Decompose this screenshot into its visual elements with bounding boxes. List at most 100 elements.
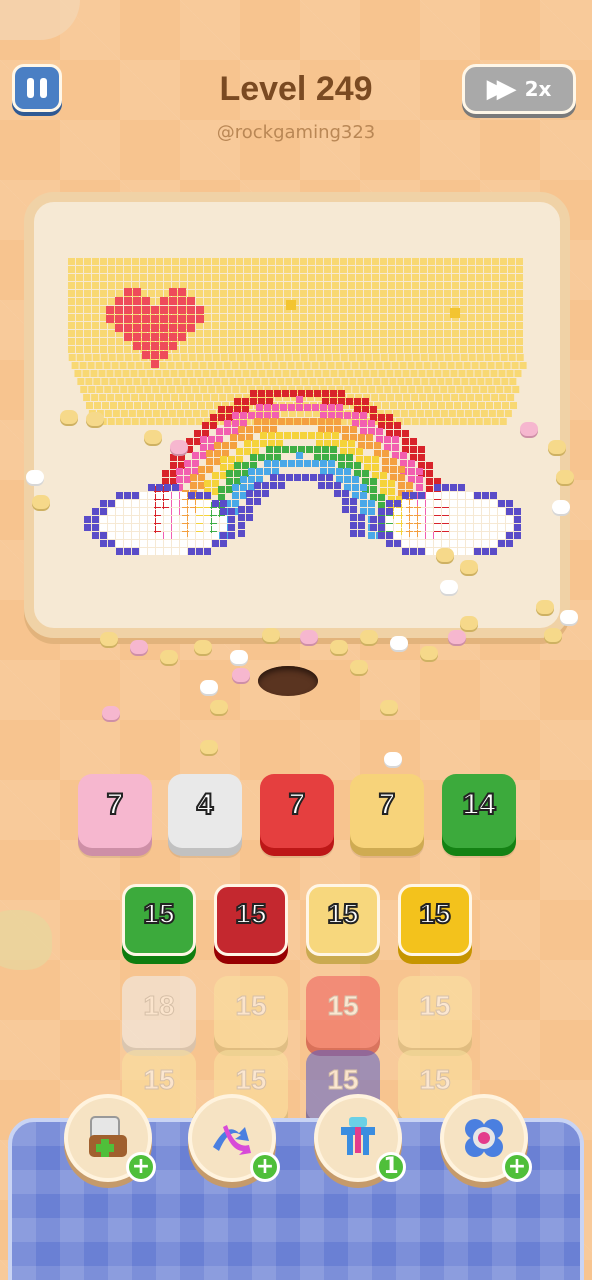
pixel-cloud bbox=[172, 540, 179, 547]
pixel-yellow bbox=[244, 322, 251, 329]
pixel-yellow bbox=[300, 306, 307, 313]
color-tile[interactable]: 15 bbox=[398, 884, 472, 956]
pixel-cloud bbox=[204, 548, 211, 555]
pixel-cloud bbox=[84, 516, 91, 523]
pixel-yellow bbox=[212, 274, 219, 281]
pixel-rainbow bbox=[170, 454, 177, 461]
pixel-yellow bbox=[508, 298, 515, 305]
pixel-yellow bbox=[228, 322, 235, 329]
pixel-cloud bbox=[498, 540, 505, 547]
pixel-yellow bbox=[76, 290, 83, 297]
pixel-rainbow bbox=[350, 514, 357, 521]
pixel-yellow bbox=[132, 258, 139, 265]
pixel-yellow bbox=[186, 370, 194, 377]
pixel-yellow bbox=[436, 322, 443, 329]
pixel-yellow bbox=[460, 306, 467, 313]
pixel-yellow bbox=[434, 370, 442, 377]
pixel-rainbow bbox=[294, 474, 301, 481]
pixel-yellow bbox=[356, 338, 363, 345]
booster-flower[interactable]: + bbox=[440, 1094, 532, 1182]
pixel-yellow bbox=[204, 306, 211, 313]
pixel-yellow bbox=[236, 338, 243, 345]
pixel-yellow bbox=[428, 298, 435, 305]
pixel-yellow bbox=[244, 306, 251, 313]
pixel-cloud bbox=[204, 524, 211, 531]
pixel-yellow bbox=[316, 354, 324, 361]
pixel-yellow bbox=[308, 330, 315, 337]
pixel-yellow bbox=[452, 338, 459, 345]
pixel-yellow bbox=[277, 378, 285, 385]
color-tile[interactable]: 15 bbox=[122, 884, 196, 956]
speed-toggle-button[interactable]: ▶▶ 2x bbox=[462, 64, 576, 114]
pixel-yellow bbox=[101, 378, 109, 385]
pixel-yellow bbox=[404, 314, 411, 321]
pixel-cloud bbox=[442, 524, 449, 531]
pixel-yellow bbox=[340, 314, 347, 321]
pixel-yellow bbox=[388, 330, 395, 337]
pixel-yellow bbox=[412, 282, 419, 289]
pixel-cloud bbox=[108, 508, 115, 515]
pixel-yellow bbox=[412, 314, 419, 321]
pixel-yellow bbox=[166, 402, 173, 409]
pixel-yellow bbox=[431, 362, 439, 369]
pixel-yellow bbox=[300, 274, 307, 281]
pixel-yellow bbox=[288, 410, 296, 417]
pixel-yellow bbox=[404, 274, 411, 281]
pixel-yellow bbox=[344, 386, 352, 393]
pixel-yellow bbox=[100, 330, 107, 337]
pixel-cloud bbox=[116, 524, 123, 531]
pixel-yellow bbox=[117, 378, 125, 385]
color-tile[interactable]: 15 bbox=[214, 884, 288, 956]
pixel-yellow bbox=[404, 290, 411, 297]
pixel-cloud bbox=[418, 492, 425, 499]
pixel-rainbow bbox=[282, 446, 289, 453]
color-tile[interactable]: 15 bbox=[306, 884, 380, 956]
pixel-rainbow bbox=[240, 484, 247, 491]
pixel-yellow bbox=[460, 314, 467, 321]
pixel-yellow bbox=[364, 322, 371, 329]
pixel-yellow bbox=[247, 362, 255, 369]
pixel-yellow bbox=[84, 274, 91, 281]
pixel-yellow bbox=[420, 282, 427, 289]
pixel-cloud bbox=[100, 524, 107, 531]
pixel-rainbow bbox=[370, 478, 377, 485]
pixel-yellow bbox=[100, 298, 107, 305]
booster-magnet[interactable]: 1 bbox=[314, 1094, 406, 1182]
pixel-yellow bbox=[494, 402, 501, 409]
pixel-yellow bbox=[181, 378, 189, 385]
pixel-yellow bbox=[332, 290, 339, 297]
pixel-yellow bbox=[443, 394, 451, 401]
pixel-yellow bbox=[260, 346, 267, 353]
pixel-rainbow bbox=[380, 472, 387, 479]
pixel-yellow bbox=[268, 346, 275, 353]
pixel-cloud bbox=[148, 532, 155, 539]
pixel-yellow bbox=[423, 362, 431, 369]
pixel-yellow bbox=[168, 386, 176, 393]
pixel-cloud bbox=[386, 532, 393, 539]
pixel-yellow bbox=[356, 266, 363, 273]
pixel-heart bbox=[142, 342, 150, 350]
booster-shuffle[interactable]: + bbox=[188, 1094, 280, 1182]
pixel-rainbow bbox=[206, 458, 213, 465]
ant bbox=[230, 650, 248, 664]
pixel-yellow bbox=[188, 346, 195, 353]
pixel-cloud bbox=[434, 524, 441, 531]
pixel-yellow bbox=[221, 378, 229, 385]
pixel-yellow bbox=[95, 362, 103, 369]
pixel-yellow bbox=[412, 298, 419, 305]
pixel-yellow bbox=[252, 322, 259, 329]
pixel-rainbow bbox=[262, 418, 269, 425]
flower-icon bbox=[465, 1119, 503, 1157]
pixel-yellow bbox=[196, 330, 203, 337]
pixel-yellow bbox=[330, 370, 338, 377]
pixel-yellow bbox=[212, 282, 219, 289]
booster-add-slot[interactable]: + bbox=[64, 1094, 156, 1182]
pixel-rainbow bbox=[258, 390, 265, 397]
pixel-rainbow bbox=[398, 466, 405, 473]
pixel-rainbow bbox=[310, 418, 317, 425]
pixel-rainbow bbox=[344, 484, 351, 491]
pixel-rainbow bbox=[320, 460, 327, 467]
pixel-yellow bbox=[147, 394, 155, 401]
pixel-yellow bbox=[144, 410, 152, 417]
pixel-yellow bbox=[400, 410, 408, 417]
